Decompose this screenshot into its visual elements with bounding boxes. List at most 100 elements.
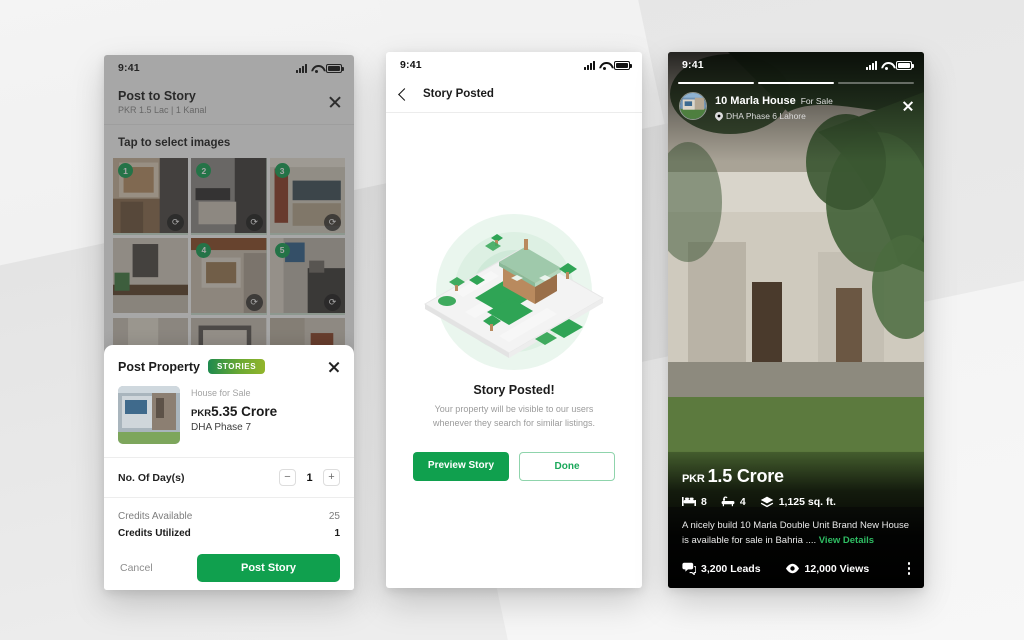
rotate-icon[interactable]: ⟳ [324, 213, 341, 231]
page-title: Post to Story [118, 89, 196, 103]
battery-icon [326, 63, 344, 73]
days-row: No. Of Day(s) − 1 + [104, 458, 354, 498]
progress-segment [678, 82, 754, 84]
isometric-phone-house-illustration [423, 213, 604, 370]
property-price: PKR5.35 Crore [191, 404, 277, 419]
story-bottom-overlay: PKR 1.5 Crore 8 4 1,125 sq. ft. A nicely … [668, 449, 924, 588]
property-kind: House for Sale [191, 388, 251, 398]
gallery-item[interactable]: 5 ⟳ [269, 237, 345, 315]
increment-button[interactable]: + [323, 469, 340, 486]
eye-icon [785, 563, 799, 574]
sheet-header: Post Property STORIES [104, 345, 354, 386]
status-bar: 9:41 [668, 52, 924, 78]
rotate-icon[interactable]: ⟳ [245, 213, 263, 231]
cellular-bars-icon [866, 60, 877, 70]
property-location: DHA Phase 7 [191, 422, 252, 433]
action-buttons: Preview Story Done [413, 452, 615, 482]
property-summary: House for Sale PKR5.35 Crore DHA Phase 7 [104, 386, 354, 458]
phone-mockup-story-posted: 9:41 Story Posted Story Posted! Your pro… [386, 52, 642, 588]
back-arrow-icon[interactable] [398, 87, 411, 101]
listing-stats: 3,200 Leads 12,000 Views [682, 562, 910, 575]
credits-available-value: 25 [328, 511, 340, 522]
listing-price: PKR 1.5 Crore [682, 466, 910, 487]
preview-story-button[interactable]: Preview Story [413, 452, 509, 482]
story-progress-bar[interactable] [678, 82, 914, 84]
beds-count: 8 [701, 495, 707, 508]
status-time: 9:41 [682, 59, 704, 71]
view-details-link[interactable]: View Details [819, 535, 874, 546]
area-spec: 1,125 sq. ft. [760, 496, 836, 508]
listing-description: A nicely build 10 Marla Double Unit Bran… [682, 518, 910, 548]
area-layers-icon [760, 496, 773, 507]
sheet-title: Post Property [118, 359, 200, 374]
views-stat: 12,000 Views [785, 562, 870, 575]
story-posted-content: Story Posted! Your property will be visi… [386, 113, 642, 588]
kebab-menu-icon[interactable] [907, 562, 910, 575]
status-bar: 9:41 [104, 55, 354, 81]
credits-utilized-row: Credits Utilized 1 [118, 525, 340, 542]
battery-icon [614, 60, 632, 70]
leads-count: 3,200 Leads [701, 562, 761, 575]
post-story-button[interactable]: Post Story [197, 554, 340, 582]
credits-available-row: Credits Available 25 [118, 508, 340, 525]
cellular-bars-icon [584, 60, 595, 70]
battery-icon [896, 60, 914, 70]
beds-spec: 8 [682, 496, 707, 508]
sheet-actions: Cancel Post Story [104, 542, 354, 590]
nav-bar: Story Posted [386, 78, 642, 113]
rotate-icon[interactable]: ⟳ [245, 293, 263, 311]
property-thumbnail [118, 386, 180, 444]
credits-utilized-label: Credits Utilized [118, 528, 191, 539]
gallery-item[interactable]: 1 ⟳ [113, 158, 189, 235]
status-bar: 9:41 [386, 52, 642, 78]
phone-mockup-post-to-story: 9:41 Post to Story PKR 1.5 Lac | 1 Kanal… [104, 55, 354, 590]
gallery-item[interactable]: 4 ⟳ [191, 237, 267, 315]
status-time: 9:41 [400, 59, 422, 71]
close-icon[interactable] [328, 95, 342, 109]
gallery-number-badge: 5 [274, 242, 290, 258]
post-property-sheet: Post Property STORIES House for Sale PKR… [104, 345, 354, 590]
bed-icon [682, 497, 696, 507]
listing-location: DHA Phase 6 Lahore [726, 111, 806, 121]
decrement-button[interactable]: − [279, 469, 296, 486]
status-time: 9:41 [118, 62, 140, 74]
leads-stat: 3,200 Leads [682, 562, 761, 575]
select-images-label: Tap to select images [118, 137, 231, 149]
nav-title: Story Posted [423, 88, 494, 100]
credits-utilized-value: 1 [334, 528, 340, 539]
listing-location-row: DHA Phase 6 Lahore [715, 111, 833, 121]
leads-icon [682, 562, 696, 575]
rotate-icon[interactable]: ⟳ [324, 293, 341, 311]
description-text: A nicely build 10 Marla Double Unit Bran… [682, 519, 910, 546]
progress-segment [838, 82, 914, 84]
gallery-item[interactable]: 3 ⟳ [269, 158, 345, 235]
credits-section: Credits Available 25 Credits Utilized 1 [104, 498, 354, 542]
wifi-icon [881, 61, 892, 70]
success-body: Your property will be visible to our use… [432, 403, 596, 428]
status-badge: STORIES [207, 359, 266, 374]
cellular-bars-icon [296, 63, 307, 73]
cancel-button[interactable]: Cancel [118, 558, 155, 578]
gallery-item[interactable] [113, 237, 189, 315]
done-button[interactable]: Done [519, 452, 615, 482]
p1-header: Post to Story PKR 1.5 Lac | 1 Kanal [104, 81, 354, 125]
price-currency: PKR [682, 472, 705, 485]
page-subtitle: PKR 1.5 Lac | 1 Kanal [118, 105, 207, 115]
close-icon[interactable] [902, 100, 914, 112]
close-icon[interactable] [327, 360, 340, 373]
gallery-item[interactable]: 2 ⟳ [191, 158, 267, 235]
price-currency: PKR [191, 408, 212, 419]
quantity-stepper: − 1 + [279, 469, 340, 486]
days-value: 1 [306, 471, 313, 484]
story-header: 10 Marla House For Sale DHA Phase 6 Lahor… [679, 91, 914, 121]
status-icons [866, 60, 914, 70]
phone1-screen: 9:41 Post to Story PKR 1.5 Lac | 1 Kanal… [104, 55, 354, 590]
wifi-icon [599, 61, 610, 70]
location-pin-icon [715, 111, 723, 121]
avatar[interactable] [679, 92, 707, 120]
views-count: 12,000 Views [804, 562, 870, 575]
progress-segment [758, 82, 834, 84]
phone-mockup-story-preview: 9:41 10 Marla House For Sale DHA Phase 6… [668, 52, 924, 588]
story-title-row: 10 Marla House For Sale [715, 91, 833, 109]
status-icons [584, 60, 632, 70]
